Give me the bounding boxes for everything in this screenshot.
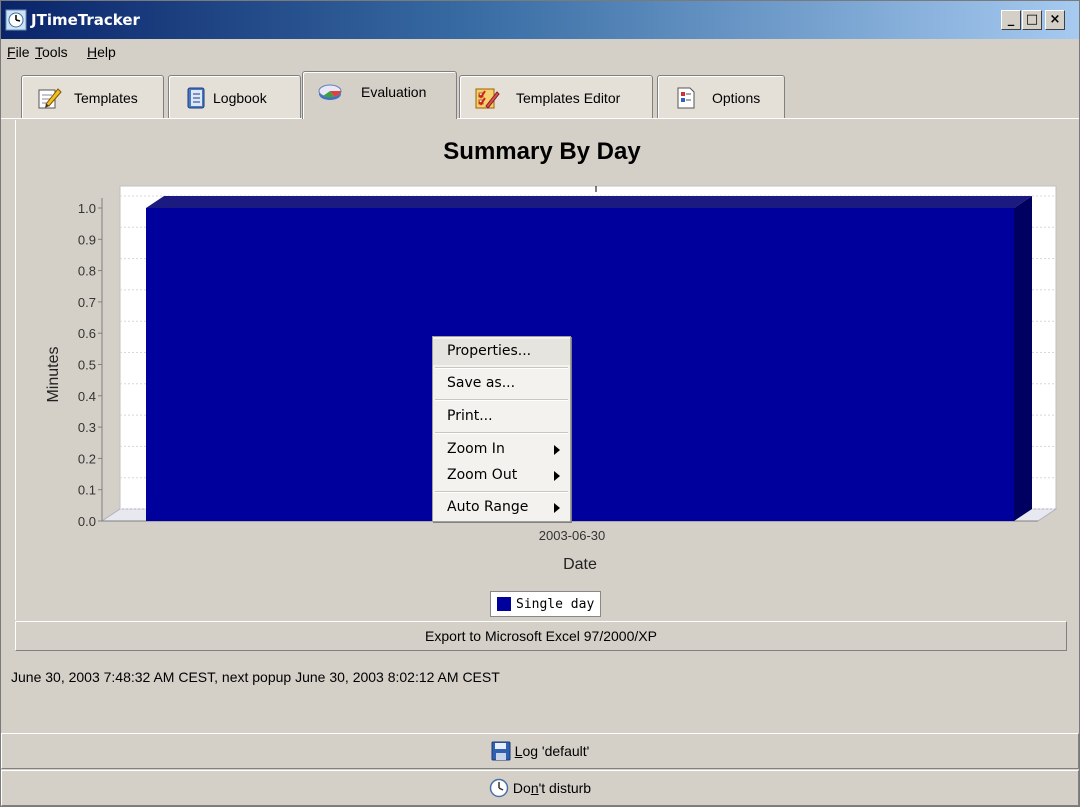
tab-options[interactable]: Options <box>657 75 785 119</box>
menu-separator <box>435 491 568 493</box>
y-tick-label: 0.7 <box>78 295 96 310</box>
y-tick-label: 0.2 <box>78 451 96 466</box>
pie-chart-icon <box>318 84 342 100</box>
logbook-icon <box>187 87 205 109</box>
submenu-arrow-icon <box>554 503 560 513</box>
close-button[interactable]: × <box>1045 10 1065 30</box>
bar-top <box>146 196 1032 208</box>
bar-side <box>1014 196 1032 521</box>
tab-evaluation-label: Evaluation <box>361 84 427 100</box>
chart-legend: Single day <box>490 591 602 617</box>
menu-item-print-label: Print... <box>447 408 493 424</box>
y-axis-label: Minutes <box>45 346 62 402</box>
log-default-label: Log 'default' <box>515 743 590 759</box>
menu-separator <box>435 432 568 434</box>
export-excel-button[interactable]: Export to Microsoft Excel 97/2000/XP <box>15 621 1067 651</box>
tab-logbook-label: Logbook <box>213 90 267 106</box>
x-axis-label: Date <box>563 556 597 573</box>
menu-file-label: ile <box>15 44 30 60</box>
menu-file[interactable]: File <box>7 44 30 60</box>
tab-options-label: Options <box>712 90 761 106</box>
menu-help-mnemonic: H <box>87 44 98 60</box>
y-tick-label: 0.4 <box>78 389 96 404</box>
dont-disturb-label: Don't disturb <box>513 780 591 796</box>
menu-item-print[interactable]: Print... <box>433 404 570 430</box>
bar <box>146 208 1014 521</box>
clock-icon <box>489 778 509 798</box>
status-text: June 30, 2003 7:48:32 AM CEST, next popu… <box>11 669 500 685</box>
menu-tools-mnemonic: T <box>35 44 42 60</box>
menu-item-zoom-in[interactable]: Zoom In <box>433 437 570 463</box>
dont-disturb-text: 't disturb <box>538 780 592 796</box>
checklist-pencil-icon <box>475 88 500 109</box>
submenu-arrow-icon <box>554 445 560 455</box>
x-tick-label: 2003-06-30 <box>539 528 606 543</box>
menu-tools[interactable]: Tools <box>35 44 68 60</box>
title-bar[interactable]: JTimeTracker _ □ × <box>1 1 1079 39</box>
tab-templates-editor[interactable]: Templates Editor <box>459 75 653 119</box>
y-tick-label: 0.1 <box>78 483 96 498</box>
tab-logbook[interactable]: Logbook <box>168 75 301 119</box>
y-tick-label: 0.3 <box>78 420 96 435</box>
legend-swatch <box>497 597 511 611</box>
menu-item-zoom-in-label: Zoom In <box>447 441 505 457</box>
tab-divider <box>1 118 1079 119</box>
menu-tools-label: ools <box>42 44 68 60</box>
y-tick-label: 0.0 <box>78 514 96 529</box>
app-window: JTimeTracker _ □ × File Tools Help Templ… <box>0 0 1080 807</box>
pencil-notepad-icon <box>38 88 62 109</box>
minimize-button[interactable]: _ <box>1001 10 1021 30</box>
menu-item-properties-label: Properties... <box>447 343 532 359</box>
menu-item-auto-range-label: Auto Range <box>447 499 529 515</box>
menu-bar: File Tools Help <box>1 41 1079 63</box>
menu-item-zoom-out[interactable]: Zoom Out <box>433 463 570 489</box>
chart-context-menu: Properties... Save as... Print... Zoom I… <box>432 336 571 522</box>
dont-disturb-button[interactable]: Don't disturb <box>1 770 1079 806</box>
menu-help[interactable]: Help <box>87 44 116 60</box>
y-tick-label: 1.0 <box>78 201 96 216</box>
menu-separator <box>435 367 568 369</box>
app-icon <box>5 9 27 31</box>
dont-disturb-mnemonic: n <box>530 780 539 796</box>
y-tick-label: 0.8 <box>78 264 96 279</box>
log-default-text: og 'default' <box>522 743 590 759</box>
y-tick-label: 0.6 <box>78 326 96 341</box>
options-document-icon <box>677 87 695 109</box>
menu-item-save-as-label: Save as... <box>447 375 516 391</box>
menu-file-mnemonic: F <box>7 44 16 60</box>
menu-item-properties[interactable]: Properties... <box>433 339 570 365</box>
maximize-button[interactable]: □ <box>1022 10 1042 30</box>
menu-item-zoom-out-label: Zoom Out <box>447 467 518 483</box>
dont-disturb-button-content: Don't disturb <box>2 771 1078 805</box>
tab-templates[interactable]: Templates <box>21 75 164 119</box>
y-tick-label: 0.9 <box>78 232 96 247</box>
tab-templates-label: Templates <box>74 90 138 106</box>
menu-help-label: elp <box>97 44 116 60</box>
menu-item-auto-range[interactable]: Auto Range <box>433 495 570 521</box>
log-default-button[interactable]: Log 'default' <box>1 733 1079 769</box>
submenu-arrow-icon <box>554 471 560 481</box>
window-title: JTimeTracker <box>31 11 140 29</box>
legend-label: Single day <box>516 596 595 612</box>
y-tick-label: 0.5 <box>78 358 96 373</box>
tab-templates-editor-label: Templates Editor <box>516 90 621 106</box>
tab-strip: Templates Logbook Evaluation Templates E… <box>1 63 1079 119</box>
tab-evaluation[interactable]: Evaluation <box>302 71 457 119</box>
log-default-button-content: Log 'default' <box>2 734 1078 768</box>
menu-item-save-as[interactable]: Save as... <box>433 371 570 397</box>
menu-separator <box>435 399 568 401</box>
floppy-disk-icon <box>491 741 511 761</box>
dont-disturb-prefix: Do <box>512 780 531 796</box>
